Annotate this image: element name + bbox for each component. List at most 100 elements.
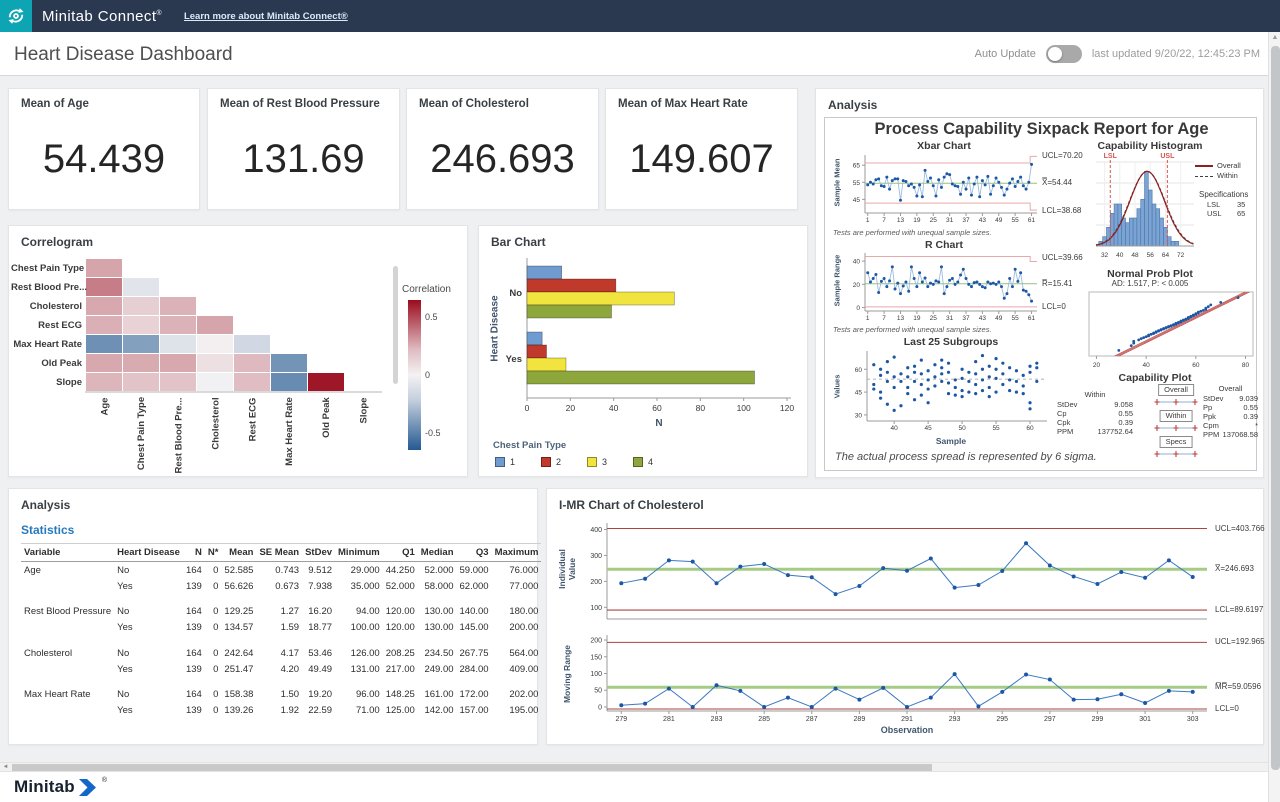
horizontal-scrollbar-thumb[interactable] (12, 764, 932, 771)
auto-update-toggle[interactable] (1046, 45, 1082, 63)
corr-cell (160, 297, 196, 315)
capability-histogram-svg: LSLUSL324048566472 (1093, 151, 1197, 259)
svg-text:55: 55 (1012, 315, 1020, 322)
table-row: AgeNo164052.5850.7439.51229.00044.25052.… (21, 562, 541, 579)
xbar-note: Tests are performed with unequal sample … (833, 228, 992, 237)
svg-text:303: 303 (1187, 716, 1199, 723)
learn-more-link[interactable]: Learn more about Minitab Connect® (184, 11, 348, 22)
xbar-chart-svg: 45556517131925313743495561 (849, 151, 1039, 225)
svg-text:285: 285 (758, 716, 770, 723)
svg-text:0: 0 (525, 403, 530, 413)
capplot-interval (1153, 397, 1199, 407)
brand-title: Minitab Connect® (42, 8, 162, 25)
capplot-box: Specs (1160, 436, 1193, 448)
svg-text:64: 64 (1162, 252, 1170, 259)
svg-text:200: 200 (590, 638, 602, 645)
column-header: Heart Disease (114, 544, 183, 562)
correlogram-scrollbar-thumb[interactable] (393, 266, 398, 384)
statistics-table: VariableHeart DiseaseNN*MeanSE MeanStDev… (21, 543, 541, 719)
svg-text:37: 37 (962, 217, 970, 224)
scroll-up-arrow-icon[interactable]: ▲ (1269, 34, 1280, 41)
spec-label: LSL (1207, 200, 1220, 209)
svg-text:1: 1 (866, 217, 870, 224)
legend-swatch (587, 457, 597, 467)
column-header: StDev (302, 544, 335, 562)
svg-text:80: 80 (696, 403, 706, 413)
svg-text:0: 0 (598, 704, 602, 711)
corr-colorbar-tick: 0.5 (425, 312, 438, 322)
auto-update-label: Auto Update (975, 48, 1036, 60)
kpi-label: Mean of Cholesterol (419, 98, 529, 110)
scroll-left-arrow-icon[interactable]: ◄ (0, 763, 11, 771)
corr-cell (160, 316, 196, 334)
corr-row-label: Chest Pain Type (11, 263, 82, 274)
corr-cell (86, 354, 122, 372)
correlogram-chart: Chest Pain TypeRest Blood Pre...Choleste… (9, 226, 469, 478)
svg-text:40: 40 (1143, 362, 1151, 369)
sixpack-report-title: Process Capability Sixpack Report for Ag… (825, 120, 1258, 139)
minitab-chevron-icon (79, 779, 98, 796)
corr-col-label: Max Heart Rate (284, 397, 295, 466)
svg-text:40: 40 (1116, 252, 1124, 259)
table-row: Yes1390139.261.9222.5971.00125.00142.001… (21, 703, 541, 719)
table-row: Max Heart RateNo1640158.381.5019.2096.00… (21, 677, 541, 703)
column-header: Median (418, 544, 457, 562)
minitab-connect-logo[interactable] (0, 0, 32, 32)
vertical-scrollbar[interactable]: ▲ (1268, 32, 1280, 802)
kpi-card-mean-age: Mean of Age 54.439 (8, 88, 200, 210)
toggle-knob (1048, 47, 1062, 61)
vertical-scrollbar-thumb[interactable] (1271, 46, 1280, 770)
svg-text:49: 49 (995, 315, 1003, 322)
kpi-card-mean-rbp: Mean of Rest Blood Pressure 131.69 (207, 88, 400, 210)
svg-text:55: 55 (992, 425, 1000, 432)
corr-cell (308, 373, 344, 391)
svg-text:291: 291 (901, 716, 913, 723)
page-footer: Minitab ® (0, 772, 1280, 802)
svg-text:65: 65 (853, 163, 861, 170)
kpi-card-mean-chol: Mean of Cholesterol 246.693 (406, 88, 599, 210)
kpi-label: Mean of Rest Blood Pressure (220, 98, 380, 110)
imr-panel: I-MR Chart of Cholesterol Individual Val… (546, 488, 1264, 745)
corr-cell (197, 354, 233, 372)
corr-colorbar-tick: -0.5 (425, 428, 441, 438)
horizontal-scrollbar[interactable]: ◄ (0, 762, 1268, 772)
imr-chart: Individual Value100200300400UCL=403.766X… (547, 489, 1265, 746)
corr-cell (86, 373, 122, 391)
dashboard-body: Mean of Age 54.439 Mean of Rest Blood Pr… (0, 76, 1280, 762)
svg-text:60: 60 (855, 367, 863, 374)
table-row: Yes1390251.474.2049.49131.00217.00249.00… (21, 661, 541, 677)
corr-cell (123, 278, 159, 296)
svg-text:43: 43 (979, 217, 987, 224)
corr-col-label: Rest Blood Pre... (173, 397, 184, 473)
svg-text:50: 50 (594, 688, 602, 695)
r-lcl-label: LCL=0 (1042, 302, 1066, 311)
svg-text:1: 1 (866, 315, 870, 322)
legend-label: 2 (556, 457, 561, 467)
corr-cell (197, 335, 233, 353)
legend-swatch (541, 457, 551, 467)
svg-text:49: 49 (995, 217, 1003, 224)
statistics-section-title: Statistics (21, 523, 74, 537)
corr-col-label: Rest ECG (247, 397, 258, 441)
svg-text:45: 45 (925, 425, 933, 432)
svg-text:13: 13 (897, 217, 905, 224)
corr-cell (123, 316, 159, 334)
svg-text:55: 55 (853, 180, 861, 187)
kpi-value: 149.607 (606, 137, 797, 182)
corr-cell (271, 373, 307, 391)
svg-text:20: 20 (853, 282, 861, 289)
column-header: N (183, 544, 205, 562)
kpi-label: Mean of Age (21, 98, 89, 110)
corr-cell (160, 335, 196, 353)
svg-text:45: 45 (853, 197, 861, 204)
svg-text:40: 40 (853, 259, 861, 266)
svg-text:400: 400 (590, 527, 602, 534)
kpi-card-mean-mhr: Mean of Max Heart Rate 149.607 (605, 88, 798, 210)
svg-text:25: 25 (930, 315, 938, 322)
corr-row-label: Rest ECG (11, 320, 82, 331)
xbar-ucl-label: UCL=70.20 (1042, 151, 1083, 160)
corr-cell (234, 354, 270, 372)
svg-text:200: 200 (590, 579, 602, 586)
svg-text:56: 56 (1147, 252, 1155, 259)
kpi-value: 131.69 (208, 137, 399, 182)
